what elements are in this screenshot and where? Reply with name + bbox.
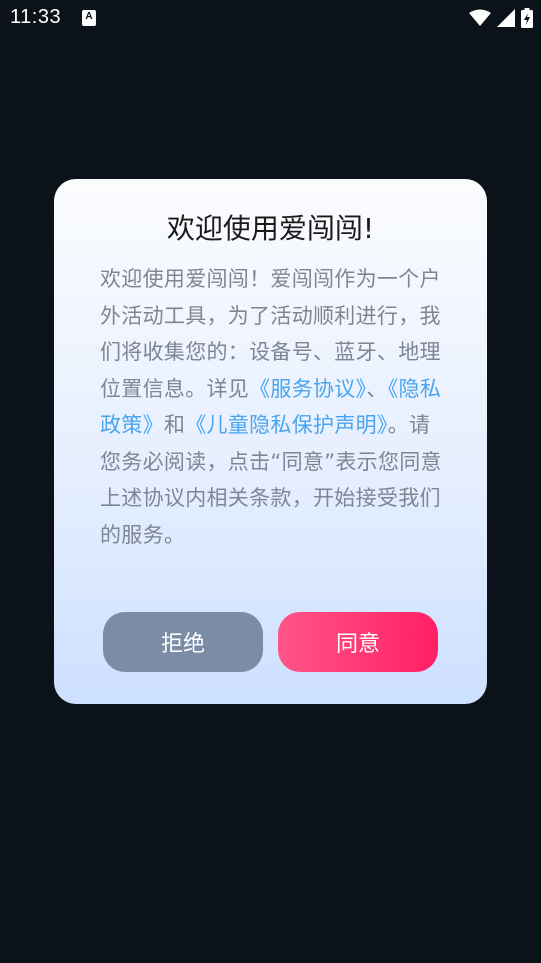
dialog-body: 欢迎使用爱闯闯！爱闯闯作为一个户外活动工具，为了活动顺利进行，我们将收集您的：设… (100, 261, 444, 553)
body-separator: 、 (366, 376, 388, 401)
screen: 11:33 A 欢迎使用爱闯闯! 欢迎使用爱闯闯！爱闯闯作为一个户外活动工具，为… (0, 0, 541, 963)
status-bar: 11:33 A (0, 0, 541, 36)
status-icons (469, 7, 533, 29)
dialog-title: 欢迎使用爱闯闯! (166, 212, 375, 245)
battery-charging-icon (521, 8, 533, 28)
child-privacy-statement-link[interactable]: 《儿童隐私保护声明》 (185, 413, 388, 437)
status-time: 11:33 (10, 6, 62, 28)
reject-button[interactable]: 拒绝 (103, 612, 263, 672)
service-agreement-link[interactable]: 《服务协议》 (249, 377, 366, 401)
body-and: 和 (163, 413, 186, 437)
agree-button[interactable]: 同意 (278, 612, 438, 672)
notification-a-icon: A (82, 10, 96, 26)
wifi-icon (469, 9, 491, 26)
privacy-dialog: 欢迎使用爱闯闯! 欢迎使用爱闯闯！爱闯闯作为一个户外活动工具，为了活动顺利进行，… (54, 179, 487, 704)
signal-icon (497, 9, 515, 27)
